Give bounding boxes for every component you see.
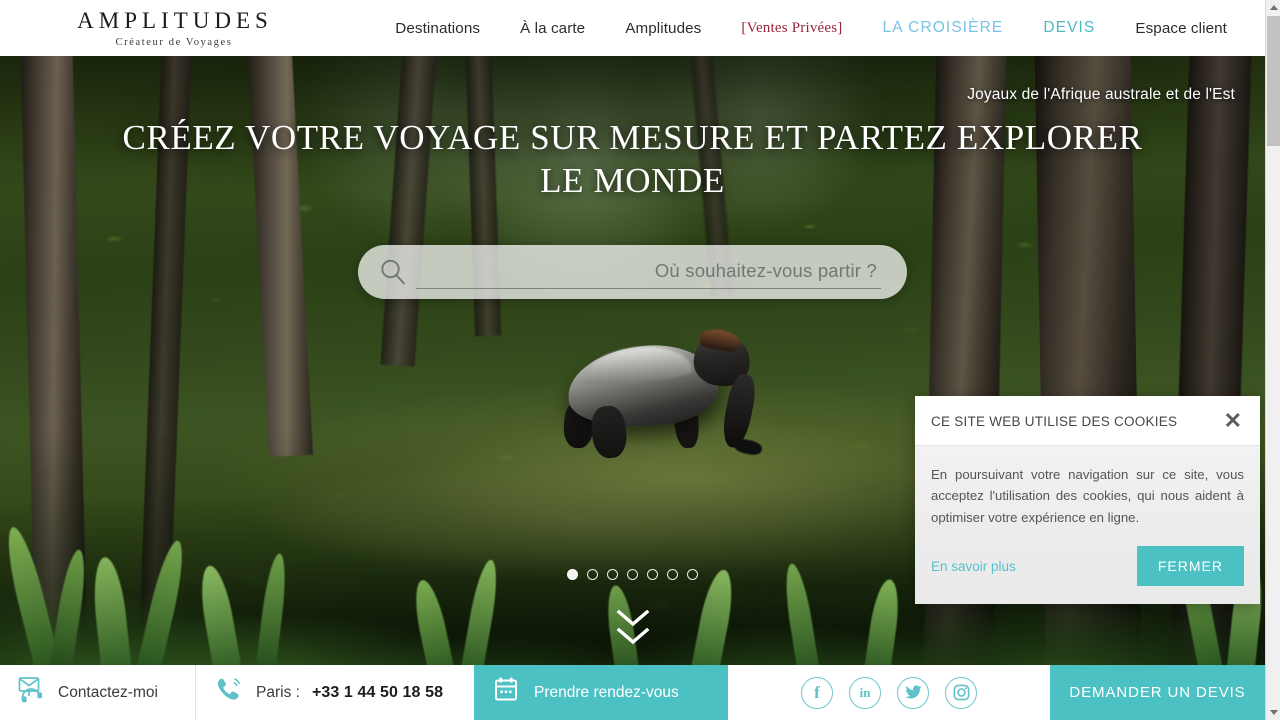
gorilla-subject [548,326,798,488]
search-input-underline: Où souhaitez-vous partir ? [416,255,881,289]
book-appointment-button[interactable]: Prendre rendez-vous [474,665,728,720]
book-appointment-label: Prendre rendez-vous [534,683,679,701]
phone-contact[interactable]: Paris : +33 1 44 50 18 58 [196,665,474,720]
carousel-dot-4[interactable] [627,569,638,580]
linkedin-glyph: in [859,684,871,700]
page-root: AMPLITUDES Créateur de Voyages Destinati… [0,0,1280,720]
scrollbar-thumb[interactable] [1267,16,1280,146]
facebook-glyph: f [814,682,820,702]
contact-me-action[interactable]: Contactez-moi [0,665,196,720]
cookie-consent-banner: CE SITE WEB UTILISE DES COOKIES ✕ En pou… [915,396,1260,605]
nav-item-devis[interactable]: DEVIS [1023,19,1115,37]
scroll-down-arrow[interactable] [1266,705,1280,720]
logo-tagline: Créateur de Voyages [115,36,233,48]
page-scrollbar[interactable] [1265,0,1280,720]
site-logo[interactable]: AMPLITUDES Créateur de Voyages [0,9,305,48]
cookie-banner-header: CE SITE WEB UTILISE DES COOKIES ✕ [915,396,1260,446]
facebook-icon[interactable]: f [801,676,833,709]
cookie-banner-text: En poursuivant votre navigation sur ce s… [931,467,1244,525]
scroll-up-arrow[interactable] [1266,0,1280,15]
cookie-close-button[interactable]: FERMER [1136,546,1244,587]
close-icon[interactable]: ✕ [1222,410,1244,432]
cookie-banner-body: En poursuivant votre navigation sur ce s… [915,446,1260,529]
phone-number: +33 1 44 50 18 58 [311,683,444,701]
hero-caption: Joyaux de l'Afrique australe et de l'Est [967,86,1235,103]
nav-item-la-croisiere[interactable]: LA CROISIÈRE [862,19,1023,37]
nav-item-a-la-carte[interactable]: À la carte [500,20,605,37]
destination-search-bar[interactable]: Où souhaitez-vous partir ? [358,245,907,299]
carousel-dot-2[interactable] [587,569,598,580]
mail-headset-icon [16,676,46,709]
request-quote-button[interactable]: DEMANDER UN DEVIS [1050,665,1265,720]
carousel-dot-7[interactable] [687,569,698,580]
instagram-icon[interactable] [945,676,977,709]
linkedin-icon[interactable]: in [849,676,881,709]
logo-wordmark: AMPLITUDES [77,7,273,33]
twitter-icon[interactable] [897,676,929,709]
cookie-banner-footer: En savoir plus FERMER [915,528,1260,605]
cookie-learn-more-link[interactable]: En savoir plus [931,559,1016,574]
main-navigation: Destinations À la carte Amplitudes [Vent… [305,0,1265,56]
social-links: f in [728,665,1050,720]
search-icon [378,257,408,287]
hero-headline: CRÉEZ VOTRE VOYAGE SUR MESURE ET PARTEZ … [122,118,1143,201]
carousel-dot-1[interactable] [567,569,578,580]
carousel-dot-3[interactable] [607,569,618,580]
double-chevron-down-icon[interactable] [0,610,1265,645]
nav-item-espace-client[interactable]: Espace client [1115,20,1247,37]
search-input[interactable]: Où souhaitez-vous partir ? [655,260,881,284]
carousel-dot-6[interactable] [667,569,678,580]
calendar-icon [492,676,520,709]
nav-item-ventes-privees[interactable]: [Ventes Privées] [721,20,862,37]
nav-item-amplitudes[interactable]: Amplitudes [605,20,721,37]
cookie-banner-title: CE SITE WEB UTILISE DES COOKIES [931,413,1178,429]
contact-me-label: Contactez-moi [58,683,158,701]
nav-item-destinations[interactable]: Destinations [375,20,500,37]
phone-icon [214,676,244,709]
site-header: AMPLITUDES Créateur de Voyages Destinati… [0,0,1265,56]
site-footer-bar: Contactez-moi Paris : +33 1 44 50 18 58 [0,665,1265,720]
carousel-dot-5[interactable] [647,569,658,580]
phone-city-label: Paris : [256,683,300,701]
